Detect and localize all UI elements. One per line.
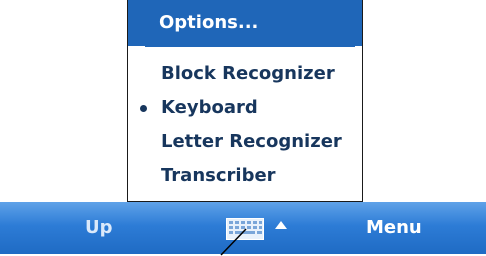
menu-item-label: Keyboard — [161, 97, 258, 118]
menu-item-label: Letter Recognizer — [161, 131, 342, 152]
menu-separator — [145, 45, 355, 47]
up-softkey[interactable]: Up — [85, 202, 113, 254]
input-method-menu: Options... Block Recognizer Keyboard Let… — [127, 0, 363, 202]
menu-item-transcriber[interactable]: Transcriber — [128, 159, 362, 193]
menu-softkey[interactable]: Menu — [366, 202, 422, 254]
callout-line — [220, 228, 247, 256]
menu-item-label: Block Recognizer — [161, 63, 335, 84]
selected-bullet-icon — [140, 105, 147, 112]
menu-item-letter-recognizer[interactable]: Letter Recognizer — [128, 125, 362, 159]
menu-item-block-recognizer[interactable]: Block Recognizer — [128, 57, 362, 91]
menu-item-options[interactable]: Options... — [128, 0, 362, 46]
arrow-up-icon[interactable] — [275, 221, 287, 229]
menu-item-keyboard[interactable]: Keyboard — [128, 91, 362, 125]
menu-item-label: Transcriber — [161, 165, 276, 186]
